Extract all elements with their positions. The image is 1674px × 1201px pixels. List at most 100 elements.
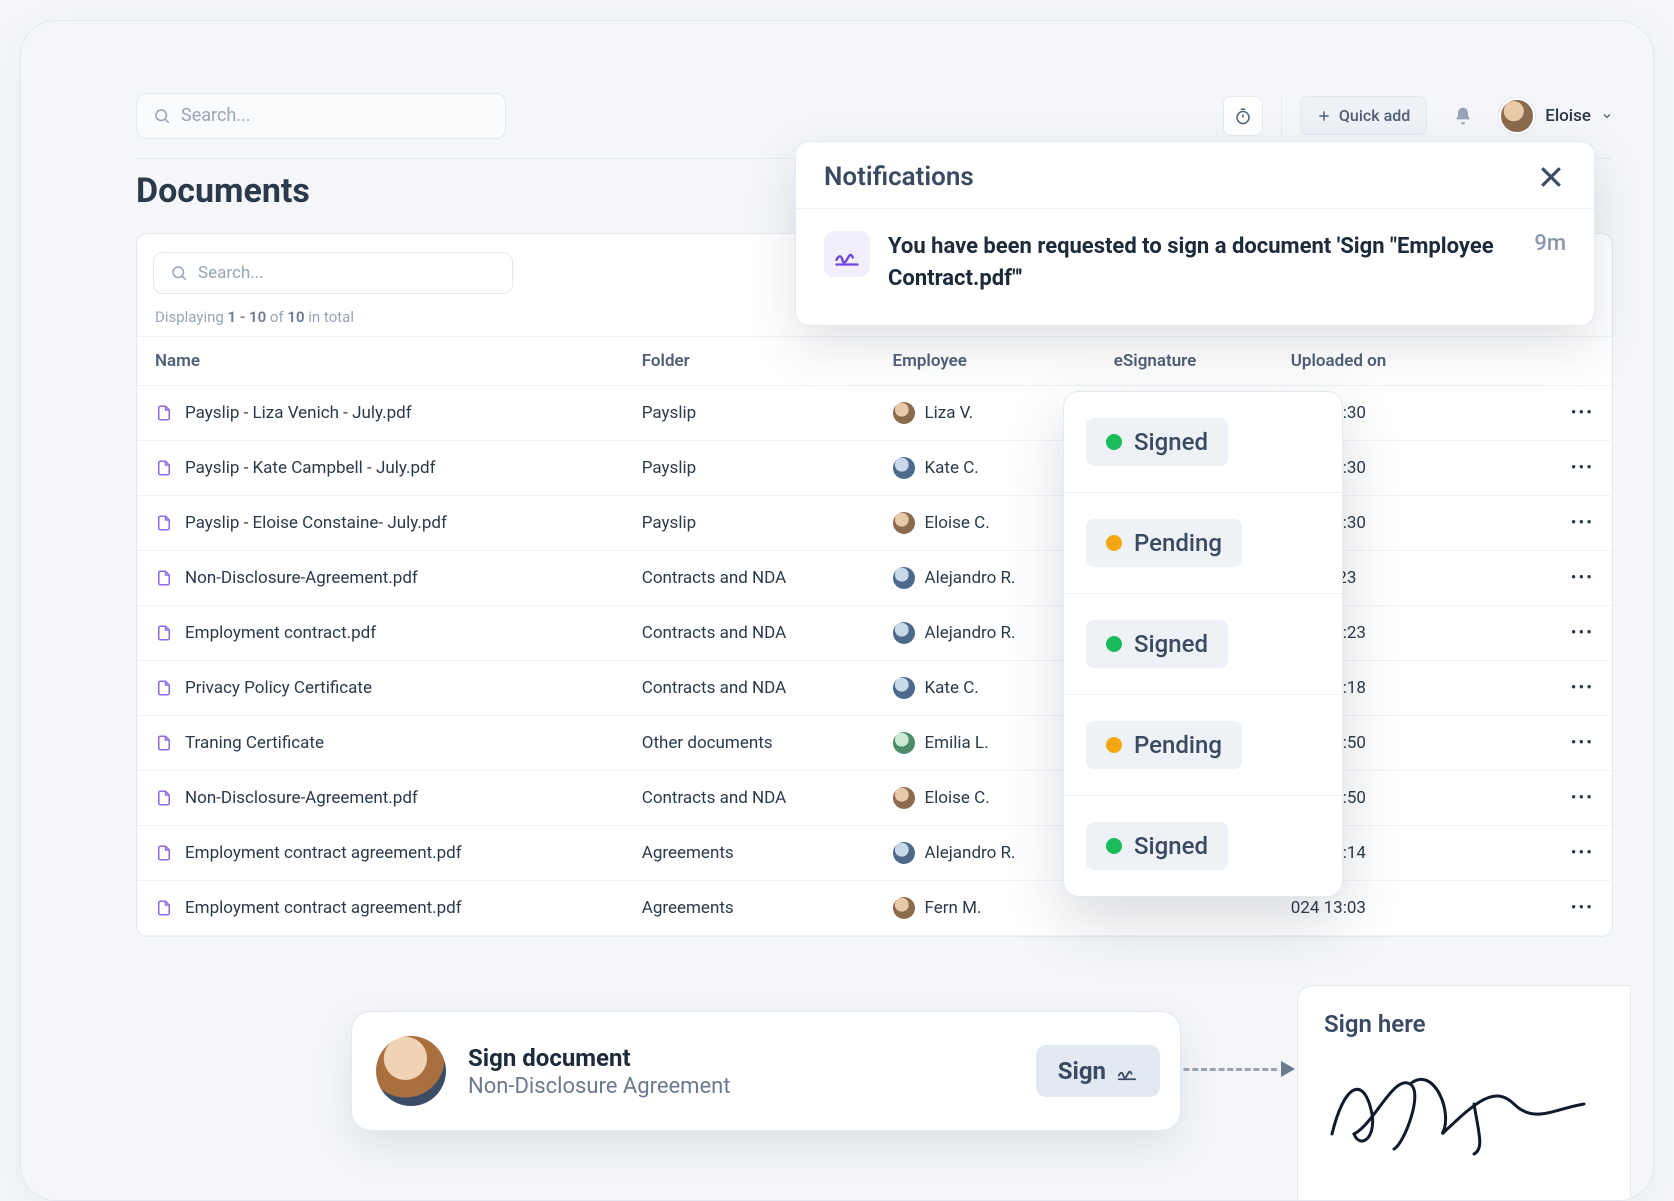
- folder-cell: Contracts and NDA: [624, 661, 875, 716]
- employee-cell: Kate C.: [893, 457, 1078, 479]
- status-dot: [1106, 535, 1122, 551]
- row-actions-button[interactable]: •••: [1524, 716, 1613, 771]
- table-row[interactable]: Privacy Policy Certificate Contracts and …: [137, 661, 1612, 716]
- folder-cell: Contracts and NDA: [624, 771, 875, 826]
- notification-item[interactable]: You have been requested to sign a docume…: [796, 208, 1594, 325]
- user-name: Eloise: [1545, 106, 1591, 126]
- file-cell: Payslip - Eloise Constaine- July.pdf: [155, 513, 606, 533]
- file-icon: [155, 843, 173, 863]
- employee-cell: Alejandro R.: [893, 567, 1078, 589]
- employee-name: Kate C.: [925, 678, 979, 698]
- employee-name: Emilia L.: [925, 733, 989, 753]
- file-icon: [155, 403, 173, 423]
- table-row[interactable]: Payslip - Eloise Constaine- July.pdf Pays…: [137, 496, 1612, 551]
- table-search-placeholder: Search...: [198, 263, 264, 283]
- table-row[interactable]: Employment contract agreement.pdfAgreeme…: [137, 881, 1612, 936]
- table-row[interactable]: Payslip - Liza Venich - July.pdfPayslipL…: [137, 386, 1612, 441]
- status-label: Signed: [1134, 630, 1208, 658]
- sign-document-card: Sign document Non-Disclosure Agreement S…: [351, 1011, 1181, 1131]
- row-actions-button[interactable]: •••: [1524, 441, 1613, 496]
- notification-time: 9m: [1534, 231, 1566, 256]
- sign-button[interactable]: Sign: [1036, 1045, 1160, 1097]
- sign-card-subtitle: Non-Disclosure Agreement: [468, 1074, 730, 1099]
- row-actions-button[interactable]: •••: [1524, 551, 1613, 606]
- table-row[interactable]: Employment contract.pdfContracts and NDA…: [137, 606, 1612, 661]
- stopwatch-icon: [1234, 107, 1252, 125]
- status-dot: [1106, 636, 1122, 652]
- topbar-right: Quick add Eloise: [1223, 96, 1613, 136]
- app-frame: Search... Quick add Eloise Documents: [20, 20, 1654, 1201]
- col-folder[interactable]: Folder: [624, 337, 875, 386]
- quick-add-label: Quick add: [1339, 106, 1410, 125]
- table-row[interactable]: Traning CertificateOther documentsEmilia…: [137, 716, 1612, 771]
- employee-cell: Alejandro R.: [893, 842, 1078, 864]
- table-row[interactable]: Non-Disclosure-Agreement.pdfContracts an…: [137, 551, 1612, 606]
- file-cell: Payslip - Liza Venich - July.pdf: [155, 403, 606, 423]
- user-menu[interactable]: Eloise: [1499, 98, 1613, 134]
- file-name: Privacy Policy Certificate: [185, 678, 372, 698]
- folder-cell: Payslip: [624, 441, 875, 496]
- avatar: [893, 512, 915, 534]
- notifications-panel: Notifications You have been requested to…: [795, 141, 1595, 326]
- folder-cell: Payslip: [624, 496, 875, 551]
- employee-cell: Fern M.: [893, 897, 1078, 919]
- file-icon: [155, 568, 173, 588]
- col-esignature[interactable]: eSignature: [1096, 337, 1273, 386]
- sign-here-panel[interactable]: Sign here: [1297, 985, 1631, 1201]
- row-actions-button[interactable]: •••: [1524, 826, 1613, 881]
- notifications-header: Notifications: [796, 142, 1594, 208]
- avatar: [893, 457, 915, 479]
- close-icon[interactable]: [1536, 162, 1566, 192]
- notifications-button[interactable]: [1445, 98, 1481, 134]
- table-search-input[interactable]: Search...: [153, 252, 513, 294]
- employee-cell: Emilia L.: [893, 732, 1078, 754]
- table-row[interactable]: Employment contract agreement.pdf Agreeme…: [137, 826, 1612, 881]
- notification-text: You have been requested to sign a docume…: [888, 231, 1504, 295]
- file-name: Non-Disclosure-Agreement.pdf: [185, 788, 418, 808]
- file-cell: Employment contract agreement.pdf: [155, 843, 606, 863]
- esignature-status-row: Signed: [1064, 594, 1342, 695]
- file-cell: Traning Certificate: [155, 733, 606, 753]
- file-name: Employment contract.pdf: [185, 623, 376, 643]
- table-header-row: Name Folder Employee eSignature Uploaded…: [137, 337, 1612, 386]
- quick-add-button[interactable]: Quick add: [1300, 96, 1427, 135]
- documents-table: Name Folder Employee eSignature Uploaded…: [137, 336, 1612, 936]
- employee-name: Eloise C.: [925, 788, 990, 808]
- status-label: Signed: [1134, 428, 1208, 456]
- employee-name: Liza V.: [925, 403, 974, 423]
- timer-button[interactable]: [1223, 96, 1263, 136]
- avatar: [893, 622, 915, 644]
- esignature-status-row: Pending: [1064, 493, 1342, 594]
- row-actions-button[interactable]: •••: [1524, 771, 1613, 826]
- file-cell: Employment contract agreement.pdf: [155, 898, 606, 918]
- sign-card-title: Sign document: [468, 1044, 730, 1072]
- col-employee[interactable]: Employee: [875, 337, 1096, 386]
- file-icon: [155, 733, 173, 753]
- file-icon: [155, 898, 173, 918]
- row-actions-button[interactable]: •••: [1524, 881, 1613, 936]
- status-dot: [1106, 434, 1122, 450]
- signature-icon: [824, 231, 870, 277]
- row-actions-button[interactable]: •••: [1524, 386, 1613, 441]
- folder-cell: Agreements: [624, 826, 875, 881]
- col-name[interactable]: Name: [137, 337, 624, 386]
- status-badge: Pending: [1086, 721, 1242, 769]
- status-dot: [1106, 737, 1122, 753]
- employee-cell: Alejandro R.: [893, 622, 1078, 644]
- employee-cell: Liza V.: [893, 402, 1078, 424]
- table-row[interactable]: Payslip - Kate Campbell - July.pdfPaysli…: [137, 441, 1612, 496]
- global-search-input[interactable]: Search...: [136, 93, 506, 139]
- file-name: Payslip - Liza Venich - July.pdf: [185, 403, 412, 423]
- row-actions-button[interactable]: •••: [1524, 496, 1613, 551]
- search-icon: [170, 264, 188, 282]
- col-uploaded[interactable]: Uploaded on: [1273, 337, 1524, 386]
- row-actions-button[interactable]: •••: [1524, 606, 1613, 661]
- row-actions-button[interactable]: •••: [1524, 661, 1613, 716]
- employee-cell: Eloise C.: [893, 787, 1078, 809]
- status-label: Pending: [1134, 529, 1222, 557]
- avatar: [893, 567, 915, 589]
- employee-cell: Eloise C.: [893, 512, 1078, 534]
- table-row[interactable]: Non-Disclosure-Agreement.pdf Contracts an…: [137, 771, 1612, 826]
- employee-name: Eloise C.: [925, 513, 990, 533]
- esignature-status-row: Signed: [1064, 796, 1342, 896]
